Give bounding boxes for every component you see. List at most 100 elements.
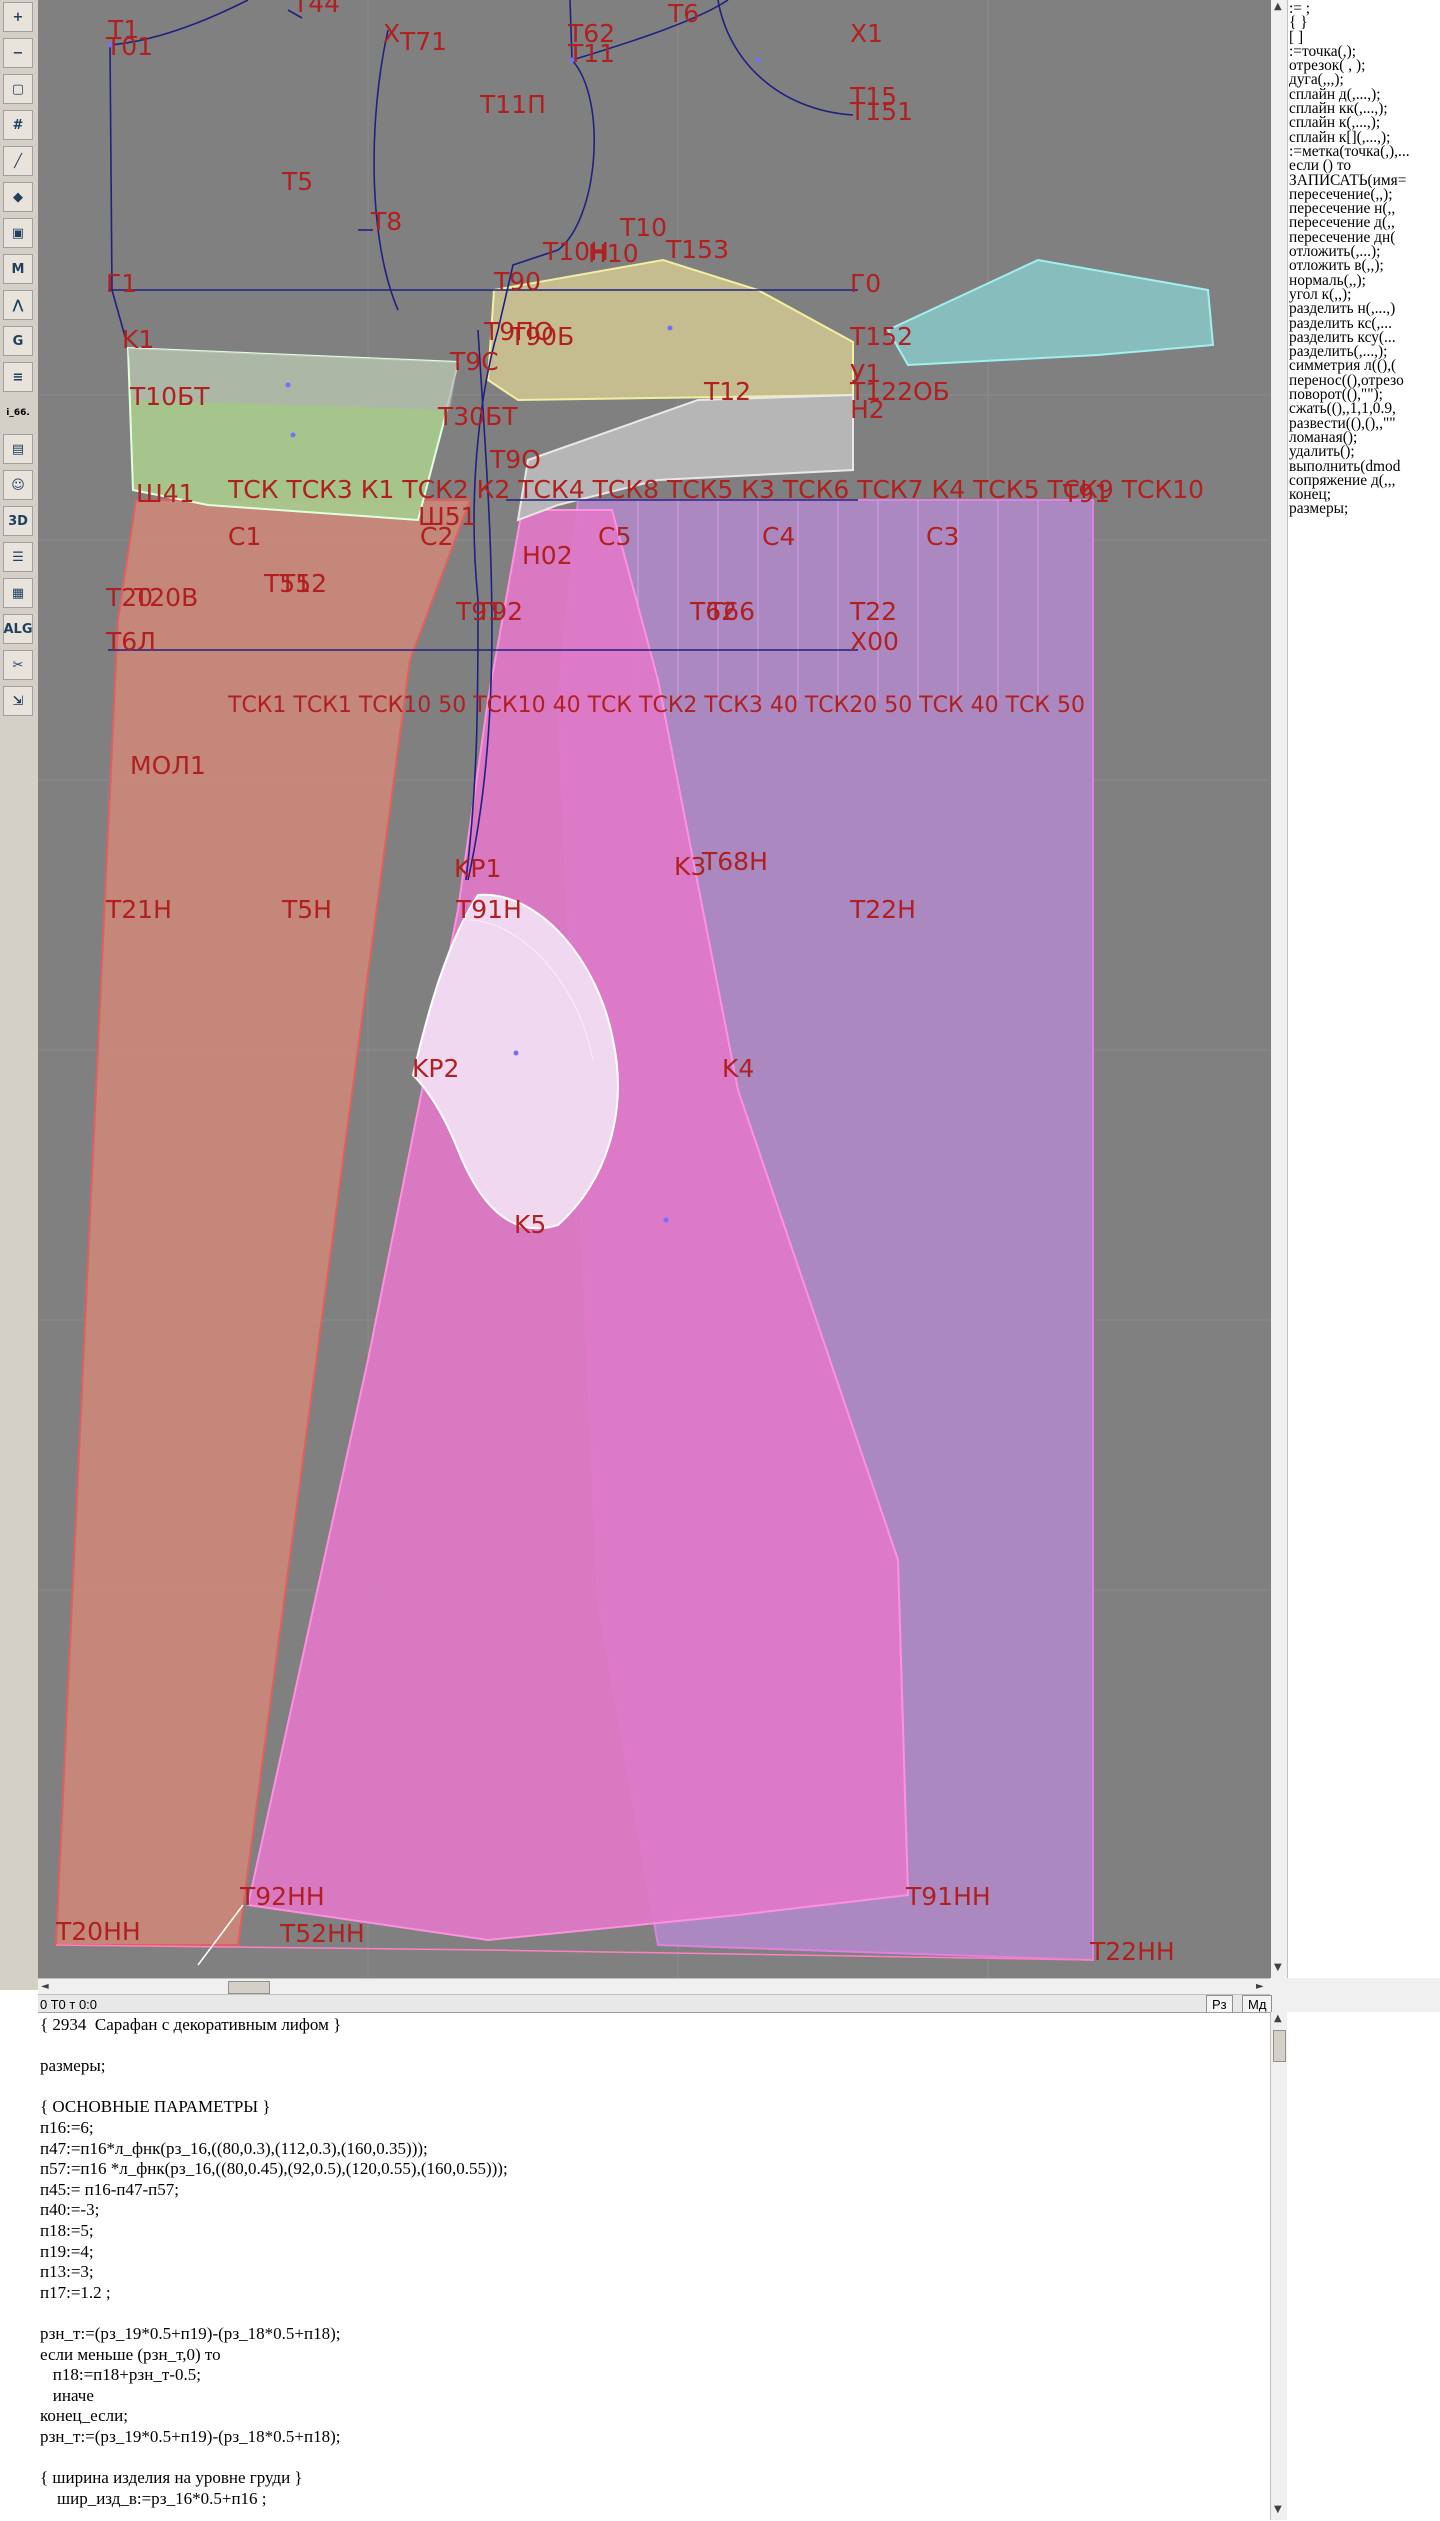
point-label: T90 [493, 267, 541, 296]
point-label: C4 [762, 522, 795, 551]
point-label: T52 [279, 569, 327, 598]
code-line: п47:=п16*л_фнк(рз_16,((80,0.3),(112,0.3)… [40, 2138, 428, 2158]
zoom-fit-icon[interactable]: ▢ [3, 74, 33, 104]
point-label: T30БТ [437, 402, 518, 431]
point-label: T22НН [1089, 1937, 1175, 1966]
point-label: T9C [449, 347, 499, 376]
code-line: рзн_т:=(рз_19*0.5+п19)-(рз_18*0.5+п18); [40, 2426, 341, 2446]
point-label: T91НН [905, 1882, 991, 1911]
scroll-right-icon[interactable]: ► [1256, 1981, 1264, 1992]
zoom-out-icon[interactable]: − [3, 38, 33, 68]
code-line: размеры; [40, 2056, 106, 2076]
print-icon[interactable]: ▦ [3, 578, 33, 608]
program-code-editor[interactable]: { 2934 Сарафан с декоративным лифом } раз… [38, 2012, 1270, 2521]
point-label: Н10 [588, 239, 639, 268]
point-label: Г0 [850, 269, 881, 298]
point-label: T10БТ [129, 382, 210, 411]
point-label: T10 [619, 213, 667, 242]
code-lines: { 2934 Сарафан с декоративным лифом } раз… [38, 2013, 1270, 2509]
point-label: T152 [849, 322, 913, 351]
scroll-down-icon[interactable]: ▼ [1274, 1962, 1282, 1973]
measure-icon[interactable]: ≡ [3, 362, 33, 392]
point-label: Г1 [106, 269, 137, 298]
code-line: иначе [40, 2385, 94, 2405]
scroll-thumb[interactable] [228, 1981, 270, 1994]
point-label: МОЛ1 [130, 751, 206, 780]
command-item[interactable]: { } [1289, 15, 1440, 31]
point-label: T22 [849, 597, 897, 626]
point-label: T91Н [455, 895, 522, 924]
scroll-thumb[interactable] [1273, 2030, 1286, 2062]
grid-icon[interactable]: # [3, 110, 33, 140]
code-line: п16:=6; [40, 2117, 94, 2137]
code-line: п45:= п16-п47-п57; [40, 2179, 179, 2199]
point-label: K1 [122, 325, 154, 354]
list-icon[interactable]: ☰ [3, 542, 33, 572]
export-icon[interactable]: ⇲ [3, 686, 33, 716]
point-label: C1 [228, 522, 261, 551]
point-label: T52НН [279, 1919, 365, 1948]
point-label: ТСК ТСК3 К1 ТСК2 К2 ТСК4 ТСК8 ТСК5 К3 ТС… [227, 475, 1204, 504]
point-label: ТСК1 ТСК1 ТСК10 50 ТСК10 40 ТСК ТСК2 ТСК… [227, 693, 1085, 718]
code-line: если меньше (рзн_т,0) то [40, 2344, 221, 2364]
point-label: C3 [926, 522, 959, 551]
code-line: конец_если; [40, 2406, 128, 2426]
command-list-panel: ▲ ▼ := ; { }[ ]:=точка(,); отрезок( , ); д… [1270, 0, 1440, 1978]
code-line: { 2934 Сарафан с декоративным лифом } [40, 2015, 342, 2034]
code-vertical-scrollbar[interactable]: ▲ ▼ [1270, 2012, 1287, 2520]
canvas-horizontal-scrollbar[interactable]: ◄ ► [38, 1978, 1270, 1995]
code-editor-margin [1287, 2012, 1440, 2520]
compass-icon[interactable]: ⋀ [3, 290, 33, 320]
point-label: T66 [707, 597, 755, 626]
command-list-scrollbar[interactable]: ▲ ▼ [1271, 0, 1288, 1978]
mannequin-icon[interactable]: ☺ [3, 470, 33, 500]
point-label: T20В [133, 583, 198, 612]
command-item[interactable]: размеры; [1289, 501, 1440, 517]
layer-icon[interactable]: ◆ [3, 182, 33, 212]
point-label: T11 [567, 39, 615, 68]
scroll-down-icon[interactable]: ▼ [1274, 2504, 1282, 2515]
code-line: п17:=1.2 ; [40, 2282, 111, 2302]
point-label: T20НН [55, 1917, 141, 1946]
point-label: T12 [703, 377, 751, 406]
code-line: п13:=3; [40, 2262, 94, 2282]
algorithm-icon[interactable]: ALG [3, 614, 33, 644]
code-line: п40:=-3; [40, 2200, 100, 2220]
point-label: T01 [105, 32, 153, 61]
point-label: C2 [420, 522, 453, 551]
status-bar: 0 T0 т 0:0 Рз Мд [38, 1994, 1273, 2014]
command-item[interactable]: := ; [1289, 1, 1440, 17]
point-label: Т91 [1062, 479, 1110, 508]
document-icon[interactable]: ▤ [3, 434, 33, 464]
3d-view-icon[interactable]: 3D [3, 506, 33, 536]
code-line: п19:=4; [40, 2241, 94, 2261]
code-line: п57:=п16 *л_фнк(рз_16,((80,0.45),(92,0.5… [40, 2159, 508, 2179]
point-label: T153 [665, 235, 729, 264]
scroll-up-icon[interactable]: ▲ [1274, 2013, 1282, 2024]
point-label: T5 [281, 167, 313, 196]
model-g-icon[interactable]: G [3, 326, 33, 356]
pattern-piece-icon[interactable]: ▣ [3, 218, 33, 248]
point-label: T71 [399, 27, 447, 56]
point-label: Н02 [522, 541, 573, 570]
model-m-icon[interactable]: M [3, 254, 33, 284]
scroll-up-icon[interactable]: ▲ [1274, 1, 1282, 12]
drawing-canvas[interactable]: T1 T01 T44 Х T71 T62 T11 T6 Х1 T11П T15 … [38, 0, 1270, 1978]
cut-line-icon[interactable]: ✂ [3, 650, 33, 680]
zoom-in-icon[interactable]: + [3, 2, 33, 32]
command-list: := ; { }[ ]:=точка(,); отрезок( , ); дуга(… [1289, 1, 1440, 517]
point-label: Ш41 [136, 479, 195, 508]
pattern-drawing[interactable]: T1 T01 T44 Х T71 T62 T11 T6 Х1 T11П T15 … [38, 0, 1270, 1978]
point-label: T44 [292, 0, 340, 18]
line-tool-icon[interactable]: ╱ [3, 146, 33, 176]
scroll-left-icon[interactable]: ◄ [41, 1981, 49, 1992]
point-label: T9Ο [489, 445, 541, 474]
code-line: шир_изд_в:=рз_16*0.5+п16 ; [40, 2488, 267, 2508]
point-label: T90Б [509, 322, 574, 351]
code-line: рзн_т:=(рз_19*0.5+п19)-(рз_18*0.5+п18); [40, 2323, 341, 2343]
point-label: T8 [370, 207, 402, 236]
point-label: K4 [722, 1054, 754, 1083]
